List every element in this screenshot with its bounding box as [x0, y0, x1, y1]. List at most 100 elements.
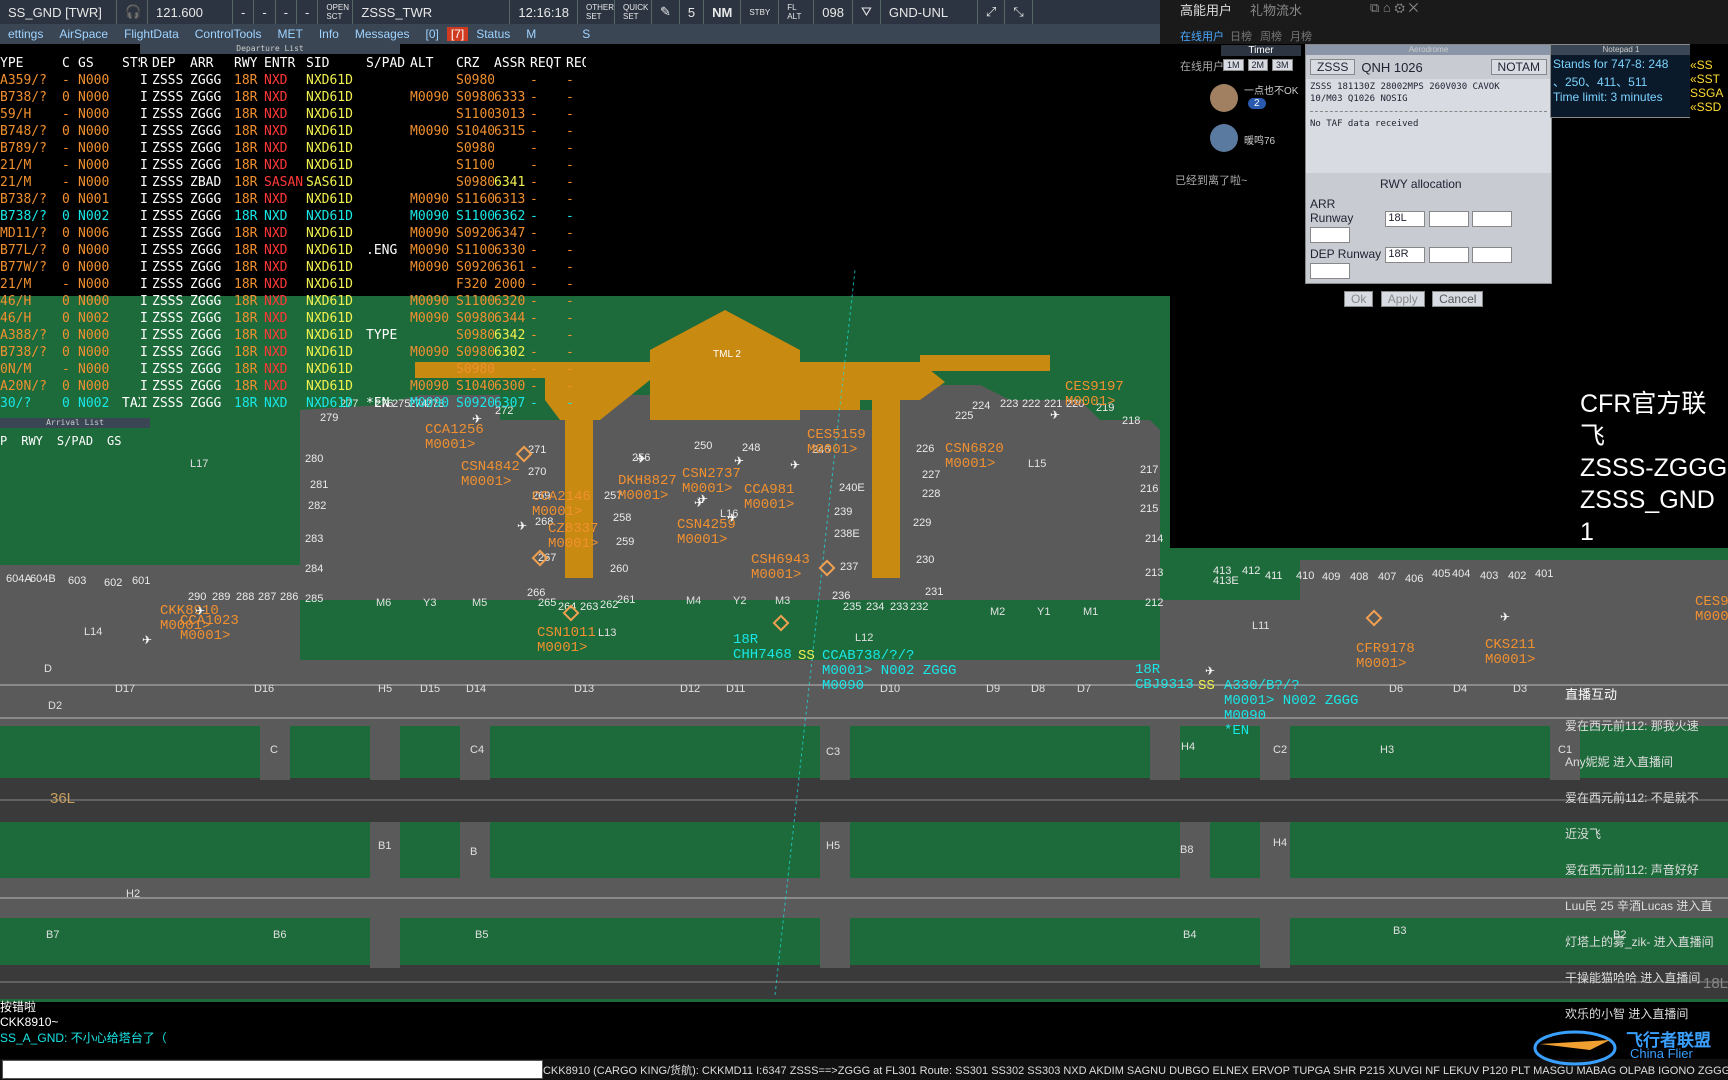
dep-cell-dep[interactable]: ZSSS — [152, 174, 190, 191]
dep-cell-req[interactable]: - — [566, 140, 586, 157]
dep-cell-entr[interactable]: NXD — [264, 378, 306, 395]
menu-info[interactable]: Info — [311, 27, 347, 41]
stand-label[interactable]: 403 — [1480, 570, 1498, 582]
dep-cell-type[interactable]: A20N/? — [0, 378, 62, 395]
dep-cell-entr[interactable]: NXD — [264, 361, 306, 378]
dep-cell-dep[interactable]: ZSSS — [152, 293, 190, 310]
dep-col-header[interactable]: YPE — [0, 55, 62, 72]
dep-cell-dep[interactable]: ZSSS — [152, 72, 190, 89]
stand-label[interactable]: 288 — [236, 591, 254, 603]
dep-cell-alt[interactable]: M0090 — [410, 208, 456, 225]
dep-cell-reqt[interactable]: - — [530, 242, 566, 259]
dep-col-header[interactable]: DEP — [152, 55, 190, 72]
dep-cell-dep[interactable]: ZSSS — [152, 361, 190, 378]
filter-icon[interactable]: ⛛ — [853, 0, 881, 24]
dep-cell-req[interactable]: - — [566, 378, 586, 395]
departure-row[interactable]: 21/M - N000 I ZSSS ZGGG 18R NXD NXD61D F320 2000- - — [0, 276, 610, 293]
dep-cell-reqt[interactable]: - — [530, 157, 566, 174]
stand-label[interactable]: 603 — [68, 575, 86, 587]
dep-cell-assr[interactable]: 2000 — [494, 276, 530, 293]
dep-cell-assr[interactable]: 6341 — [494, 174, 530, 191]
position-label[interactable]: SS_GND [TWR] — [0, 0, 117, 24]
dep-cell-sid[interactable]: NXD61D — [306, 310, 366, 327]
stand-label[interactable]: 404 — [1452, 568, 1470, 580]
dep-cell-rwy[interactable]: 18R — [234, 310, 264, 327]
dep-cell-reqt[interactable]: - — [530, 378, 566, 395]
dep-cell-sid[interactable]: NXD61D — [306, 157, 366, 174]
dep-cell-r[interactable]: I — [140, 242, 152, 259]
dep-cell-arr[interactable]: ZGGG — [190, 123, 234, 140]
notepad-title[interactable]: Notepad 1 — [1551, 45, 1691, 55]
menu-messages[interactable]: Messages — [347, 27, 418, 41]
command-input[interactable] — [2, 1060, 543, 1079]
user2-avatar[interactable] — [1210, 124, 1238, 152]
menu-met[interactable]: MET — [269, 27, 310, 41]
dep-cell-arr[interactable]: ZGGG — [190, 106, 234, 123]
dep-cell-gs[interactable]: N002 — [78, 310, 122, 327]
dep-cell-rwy[interactable]: 18R — [234, 106, 264, 123]
stand-label[interactable]: 235 — [843, 601, 861, 613]
dep-col-header[interactable]: ASSR — [494, 55, 530, 72]
dep-cell-dep[interactable]: ZSSS — [152, 106, 190, 123]
dep-cell-req[interactable]: - — [566, 310, 586, 327]
dep-cell-gs[interactable]: N002 — [78, 208, 122, 225]
stand-label[interactable]: 280 — [305, 453, 323, 465]
dep-cell-r[interactable]: I — [140, 344, 152, 361]
dep-cell-sid[interactable]: NXD61D — [306, 225, 366, 242]
aircraft-label[interactable]: CKS211 M0001> — [1485, 638, 1535, 668]
aircraft-label[interactable]: CSN4842 M0001> — [461, 460, 520, 490]
stand-label[interactable]: 407 — [1378, 571, 1396, 583]
dep-cell-assr[interactable]: 6313 — [494, 191, 530, 208]
dep-cell-type[interactable]: A359/? — [0, 72, 62, 89]
stand-label[interactable]: 214 — [1145, 533, 1163, 545]
aircraft-label[interactable]: CSN2737 M0001> — [682, 467, 741, 497]
stand-label[interactable]: 233 — [890, 601, 908, 613]
dep-cell-rwy[interactable]: 18R — [234, 395, 264, 412]
dep-cell-type[interactable]: 46/H — [0, 310, 62, 327]
timer-2m-button[interactable]: 2M — [1247, 59, 1269, 71]
arrival-list-title[interactable]: Arrival List — [0, 418, 150, 428]
dep-runway-select-3[interactable] — [1472, 246, 1513, 263]
dep-cell-type[interactable]: 21/M — [0, 174, 62, 191]
aircraft-label[interactable]: SS — [1198, 679, 1215, 694]
dep-cell-crz[interactable]: S1100 — [456, 293, 494, 310]
dep-cell-sid[interactable]: NXD61D — [306, 89, 366, 106]
tool-icon[interactable]: ⤡ — [1005, 0, 1033, 24]
menu-flightdata[interactable]: FlightData — [116, 27, 187, 41]
departure-row[interactable]: B748/? 0 N000 I ZSSS ZGGG 18R NXD NXD61D M0090 S10… — [0, 123, 610, 140]
dep-col-header[interactable]: REQT — [530, 55, 566, 72]
stand-label[interactable]: 227 — [922, 469, 940, 481]
stand-label[interactable]: 402 — [1508, 570, 1526, 582]
dep-cell-rwy[interactable]: 18R — [234, 191, 264, 208]
stand-label[interactable]: 261 — [617, 594, 635, 606]
stand-label[interactable]: 258 — [613, 512, 631, 524]
stand-label[interactable]: 263 — [580, 601, 598, 613]
dep-cell-req[interactable]: - — [566, 72, 586, 89]
dep-cell-c[interactable]: 0 — [62, 123, 78, 140]
dep-cell-dep[interactable]: ZSSS — [152, 242, 190, 259]
arr-runway-select-3[interactable] — [1472, 210, 1513, 227]
dep-cell-assr[interactable]: 6315 — [494, 123, 530, 140]
dep-cell-c[interactable]: 0 — [62, 378, 78, 395]
stand-label[interactable]: 259 — [616, 536, 634, 548]
dep-cell-crz[interactable]: S0980 — [456, 327, 494, 344]
dep-cell-alt[interactable]: M0090 — [410, 310, 456, 327]
dep-cell-crz[interactable]: S1100 — [456, 106, 494, 123]
dep-cell-alt[interactable]: M0090 — [410, 378, 456, 395]
quick-set-button[interactable]: QUICK SET — [615, 0, 652, 24]
dep-cell-c[interactable]: - — [62, 174, 78, 191]
gnd-unl-display[interactable]: GND-UNL — [881, 0, 978, 24]
dep-cell-c[interactable]: - — [62, 106, 78, 123]
stand-label[interactable]: 229 — [913, 517, 931, 529]
dep-cell-gs[interactable]: N000 — [78, 344, 122, 361]
dep-cell-assr[interactable]: 6344 — [494, 310, 530, 327]
dep-cell-dep[interactable]: ZSSS — [152, 123, 190, 140]
dep-cell-gs[interactable]: N000 — [78, 378, 122, 395]
departure-row[interactable]: B77L/? 0 N000 I ZSSS ZGGG 18R NXD NXD61D .ENG M009… — [0, 242, 610, 259]
dep-cell-c[interactable]: 0 — [62, 293, 78, 310]
dep-cell-crz[interactable]: S0920 — [456, 259, 494, 276]
dep-cell-alt[interactable]: M0090 — [410, 293, 456, 310]
dep-cell-dep[interactable]: ZSSS — [152, 89, 190, 106]
dep-cell-reqt[interactable]: - — [530, 140, 566, 157]
dep-cell-arr[interactable]: ZGGG — [190, 72, 234, 89]
